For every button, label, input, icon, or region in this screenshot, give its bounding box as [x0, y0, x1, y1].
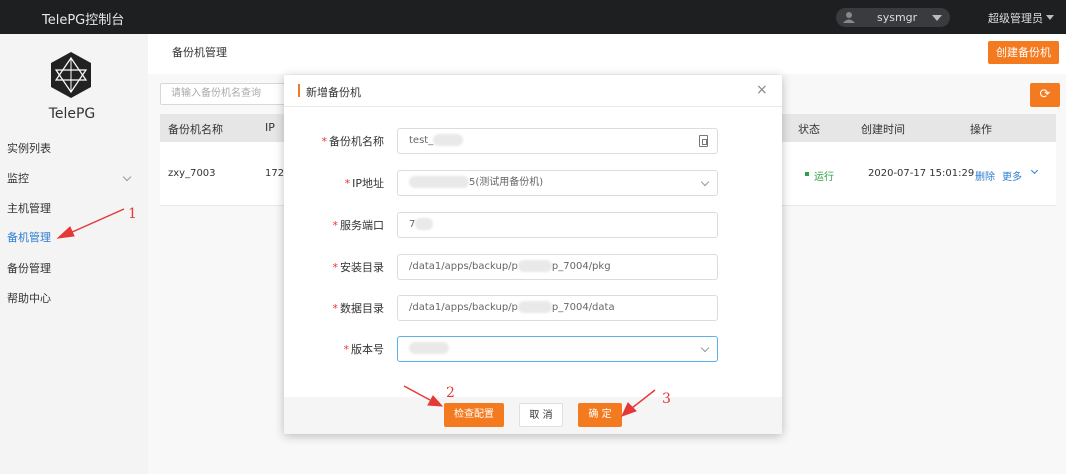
annotation-2: 2 [446, 385, 455, 401]
annotation-arrows [56, 208, 656, 417]
annotation-1: 1 [128, 206, 137, 222]
annotation-3: 3 [662, 391, 671, 407]
